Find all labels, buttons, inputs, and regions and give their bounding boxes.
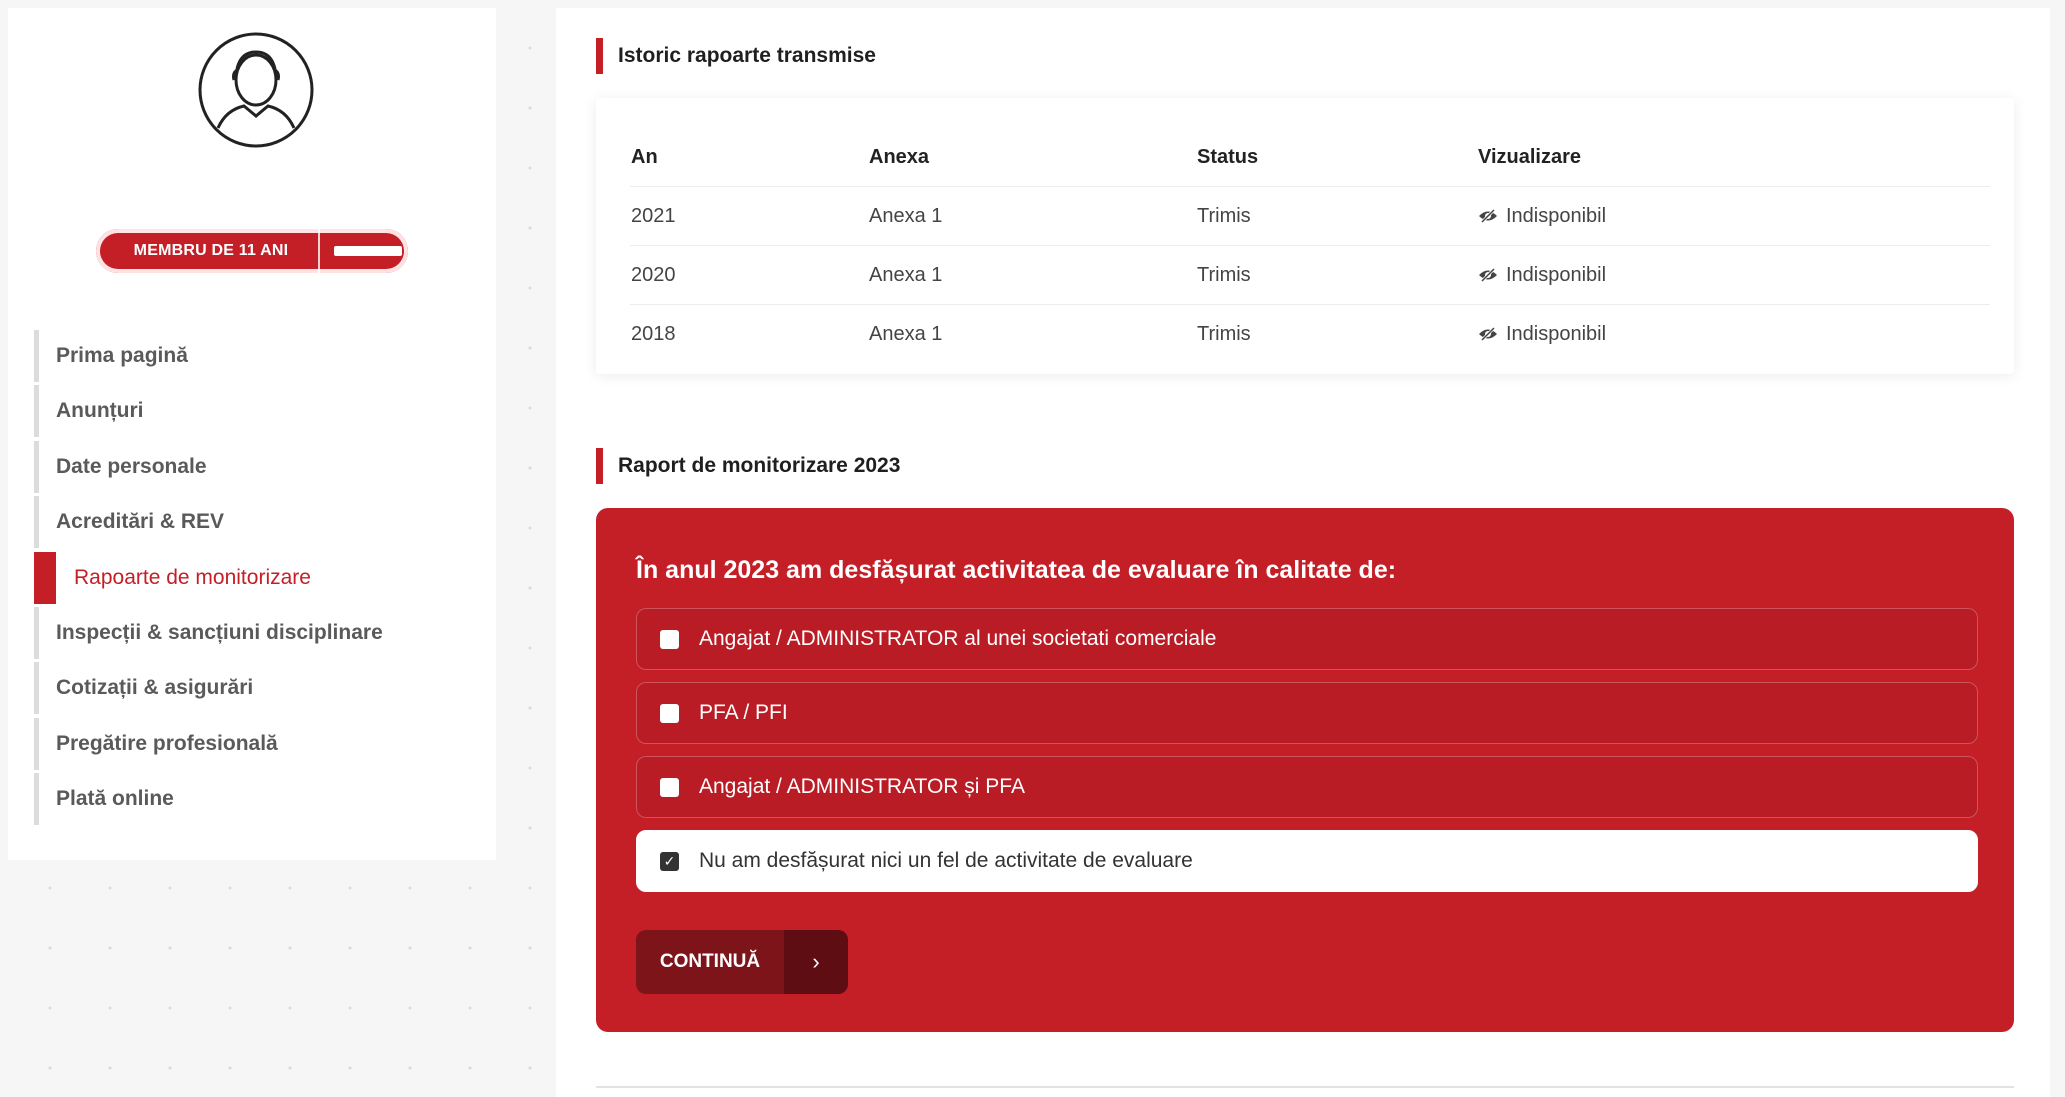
table-row: 2021 Anexa 1 Trimis Indisponibil [630, 186, 1990, 246]
sidebar-item-inspectii-sanctiuni[interactable]: Inspecții & sancțiuni disciplinare [34, 606, 494, 659]
cell-view: Indisponibil [1477, 305, 1990, 364]
sidebar-item-rapoarte-monitorizare[interactable]: Rapoarte de monitorizare [34, 551, 494, 604]
eye-slash-icon [1479, 326, 1497, 341]
sidebar-item-anunturi[interactable]: Anunțuri [34, 385, 494, 438]
cell-status: Trimis [1196, 245, 1477, 305]
view-status-text: Indisponibil [1506, 322, 1607, 345]
table-row: 2020 Anexa 1 Trimis Indisponibil [630, 245, 1990, 305]
column-header-anexa: Anexa [868, 128, 1196, 187]
cell-annex: Anexa 1 [868, 245, 1196, 305]
form-question: În anul 2023 am desfășurat activitatea d… [636, 556, 1397, 584]
sidebar: MEMBRU DE 11 ANI Prima pagină Anunțuri D… [8, 8, 496, 860]
cell-year: 2018 [631, 322, 676, 345]
user-avatar-icon [198, 32, 314, 148]
column-header-an: An [630, 128, 868, 187]
option-pfa-pfi[interactable]: PFA / PFI [636, 682, 1978, 744]
badge-divider [318, 229, 320, 273]
sidebar-item-cotizatii-asigurari[interactable]: Cotizații & asigurări [34, 662, 494, 715]
cell-view: Indisponibil [1477, 186, 1990, 246]
column-header-status: Status [1196, 128, 1477, 187]
checkbox-unchecked[interactable] [660, 629, 679, 649]
sidebar-item-plata-online[interactable]: Plată online [34, 773, 494, 826]
checkbox-checked[interactable]: ✓ [660, 851, 679, 871]
continue-button[interactable]: CONTINUĂ › [636, 930, 848, 994]
sidebar-item-acreditari-rev[interactable]: Acreditări & REV [34, 496, 494, 549]
cell-status: Trimis [1196, 186, 1477, 246]
table-header-row: An Anexa Status Vizualizare [630, 128, 1990, 187]
column-header-vizualizare: Vizualizare [1477, 128, 1990, 187]
report-section-title: Raport de monitorizare 2023 [596, 448, 900, 484]
divider [596, 1086, 2014, 1088]
cell-year: 2020 [630, 245, 868, 305]
option-label: Angajat / ADMINISTRATOR și PFA [699, 775, 1025, 798]
sidebar-item-prima-pagina[interactable]: Prima pagină [34, 330, 494, 382]
main-content: Istoric rapoarte transmise An Anexa Stat… [556, 8, 2050, 1097]
option-label: Nu am desfășurat nici un fel de activita… [699, 849, 1193, 872]
history-card: An Anexa Status Vizualizare 2021 Anexa 1… [596, 98, 2014, 374]
continue-button-label: CONTINUĂ [659, 951, 761, 972]
eye-slash-icon [1479, 208, 1497, 223]
activity-form-panel: În anul 2023 am desfășurat activitatea d… [596, 508, 2014, 1032]
cell-status: Trimis [1197, 322, 1251, 345]
checkbox-unchecked[interactable] [660, 703, 679, 723]
sidebar-nav: Prima pagină Anunțuri Date personale Acr… [34, 330, 494, 829]
check-icon: ✓ [663, 853, 676, 869]
option-label: PFA / PFI [699, 701, 788, 724]
cell-year: 2021 [630, 186, 868, 246]
cell-view: Indisponibil [1477, 245, 1990, 305]
option-angajat-si-pfa[interactable]: Angajat / ADMINISTRATOR și PFA [636, 756, 1978, 818]
table-row: 2018 Anexa 1 Trimis Indisponibil [630, 305, 1990, 364]
checkbox-unchecked[interactable] [660, 777, 679, 797]
history-section-title: Istoric rapoarte transmise [596, 38, 876, 74]
sidebar-item-date-personale[interactable]: Date personale [34, 440, 494, 493]
member-badge: MEMBRU DE 11 ANI [96, 229, 408, 273]
sidebar-item-pregatire-profesionala[interactable]: Pregătire profesională [34, 717, 494, 770]
option-nicio-activitate[interactable]: ✓ Nu am desfășurat nici un fel de activi… [636, 830, 1978, 892]
view-status-text: Indisponibil [1506, 204, 1607, 227]
option-angajat-administrator[interactable]: Angajat / ADMINISTRATOR al unei societat… [636, 608, 1978, 670]
cell-annex: Anexa 1 [868, 186, 1196, 246]
member-badge-label: MEMBRU DE 11 ANI [133, 242, 289, 259]
badge-bar [334, 246, 402, 256]
history-table: An Anexa Status Vizualizare 2021 Anexa 1… [630, 128, 1990, 363]
chevron-right-icon: › [784, 930, 848, 994]
cell-annex: Anexa 1 [869, 322, 943, 345]
eye-slash-icon [1479, 267, 1497, 282]
option-label: Angajat / ADMINISTRATOR al unei societat… [699, 627, 1217, 650]
view-status-text: Indisponibil [1506, 263, 1607, 286]
